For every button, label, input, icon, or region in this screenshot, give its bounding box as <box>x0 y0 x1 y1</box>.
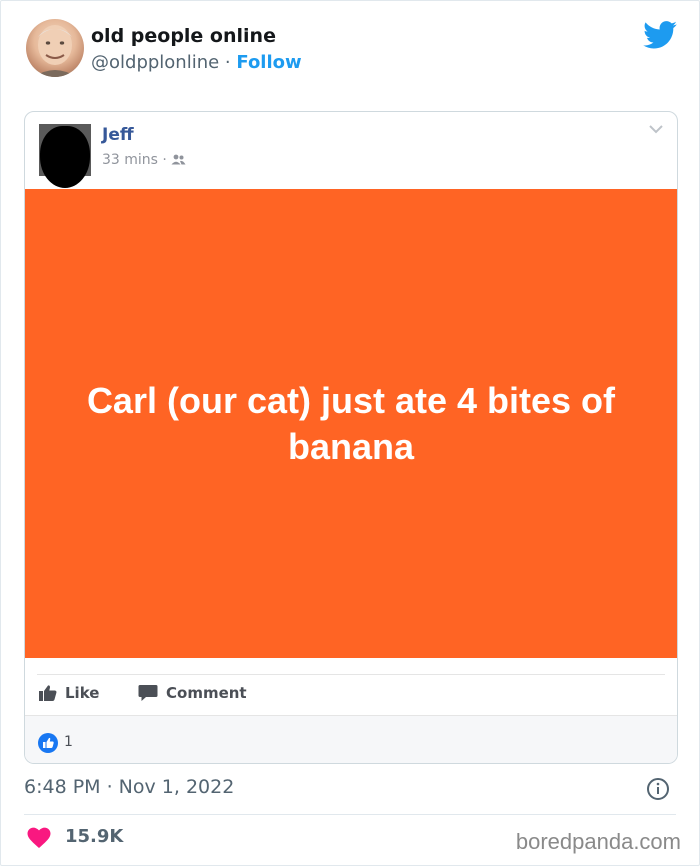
fb-post-meta: 33 mins · <box>102 152 186 168</box>
thumbs-up-icon <box>39 685 57 701</box>
fb-like-label: Like <box>65 684 100 702</box>
fb-post-background: Carl (our cat) just ate 4 bites of banan… <box>25 189 677 658</box>
fb-actions-divider <box>37 674 665 675</box>
tweet-timestamp[interactable]: 6:48 PM · Nov 1, 2022 <box>24 776 234 798</box>
comment-icon <box>138 685 158 701</box>
footer-divider <box>24 814 676 815</box>
likes-count[interactable]: 15.9K <box>65 826 123 847</box>
friends-icon <box>171 154 186 165</box>
like-reaction-icon[interactable] <box>38 733 58 753</box>
author-handle-line: @oldpplonline · Follow <box>91 52 302 73</box>
fb-author-avatar[interactable] <box>39 124 91 188</box>
follow-button[interactable]: Follow <box>236 52 301 73</box>
fb-author-name[interactable]: Jeff <box>102 125 134 145</box>
chevron-down-icon[interactable] <box>649 124 663 134</box>
fb-like-count[interactable]: 1 <box>64 734 73 750</box>
author-avatar[interactable] <box>26 19 84 77</box>
fb-post-text: Carl (our cat) just ate 4 bites of banan… <box>86 379 616 467</box>
redacted-face <box>40 126 90 188</box>
author-name[interactable]: old people online <box>91 25 276 47</box>
watermark: boredpanda.com <box>515 829 681 854</box>
fb-comment-label: Comment <box>166 684 247 702</box>
info-icon[interactable] <box>646 777 670 801</box>
fb-post-time[interactable]: 33 mins · <box>102 152 171 168</box>
heart-icon[interactable] <box>27 827 51 849</box>
tweet-card: old people online @oldpplonline · Follow… <box>0 0 700 866</box>
fb-reactions-bar: 1 <box>25 715 677 763</box>
embedded-facebook-post[interactable]: Jeff 33 mins · Carl (our cat) just ate 4… <box>24 111 678 764</box>
handle-separator: · <box>219 52 237 73</box>
twitter-logo-icon[interactable] <box>643 21 677 49</box>
fb-comment-button[interactable]: Comment <box>138 684 247 702</box>
author-handle[interactable]: @oldpplonline <box>91 52 219 73</box>
fb-like-button[interactable]: Like <box>39 684 99 702</box>
